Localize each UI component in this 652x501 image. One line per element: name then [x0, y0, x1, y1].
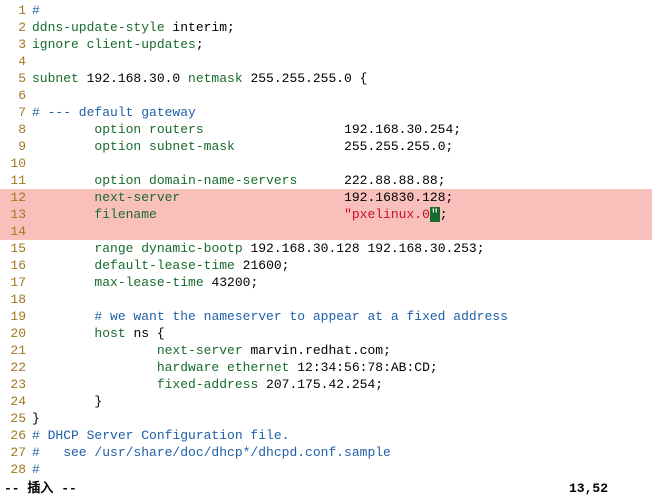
- line-number: 8: [0, 121, 32, 138]
- code-content[interactable]: fixed-address 207.175.42.254;: [32, 376, 652, 393]
- code-line[interactable]: 23 fixed-address 207.175.42.254;: [0, 376, 652, 393]
- line-number: 7: [0, 104, 32, 121]
- code-content[interactable]: next-server marvin.redhat.com;: [32, 342, 652, 359]
- code-content[interactable]: [32, 87, 652, 104]
- line-number: 28: [0, 461, 32, 478]
- line-number: 24: [0, 393, 32, 410]
- line-number: 14: [0, 223, 32, 240]
- code-line[interactable]: 9 option subnet-mask 255.255.255.0;: [0, 138, 652, 155]
- line-number: 18: [0, 291, 32, 308]
- line-number: 15: [0, 240, 32, 257]
- code-line[interactable]: 11 option domain-name-servers 222.88.88.…: [0, 172, 652, 189]
- line-number: 2: [0, 19, 32, 36]
- code-line[interactable]: 12 next-server 192.16830.128;: [0, 189, 652, 206]
- code-content[interactable]: [32, 223, 652, 240]
- line-number: 17: [0, 274, 32, 291]
- code-content[interactable]: option domain-name-servers 222.88.88.88;: [32, 172, 652, 189]
- code-content[interactable]: # DHCP Server Configuration file.: [32, 427, 652, 444]
- code-content[interactable]: next-server 192.16830.128;: [32, 189, 652, 206]
- editor-mode: -- 插入 --: [4, 480, 569, 497]
- code-line[interactable]: 18: [0, 291, 652, 308]
- code-line[interactable]: 17 max-lease-time 43200;: [0, 274, 652, 291]
- code-editor[interactable]: 1#2ddns-update-style interim;3ignore cli…: [0, 0, 652, 478]
- line-number: 11: [0, 172, 32, 189]
- code-line[interactable]: 1#: [0, 2, 652, 19]
- code-line[interactable]: 20 host ns {: [0, 325, 652, 342]
- code-content[interactable]: # we want the nameserver to appear at a …: [32, 308, 652, 325]
- line-number: 6: [0, 87, 32, 104]
- line-number: 1: [0, 2, 32, 19]
- line-number: 13: [0, 206, 32, 223]
- line-number: 19: [0, 308, 32, 325]
- code-line[interactable]: 8 option routers 192.168.30.254;: [0, 121, 652, 138]
- code-content[interactable]: subnet 192.168.30.0 netmask 255.255.255.…: [32, 70, 652, 87]
- code-content[interactable]: # see /usr/share/doc/dhcp*/dhcpd.conf.sa…: [32, 444, 652, 461]
- code-content[interactable]: range dynamic-bootp 192.168.30.128 192.1…: [32, 240, 652, 257]
- code-line[interactable]: 2ddns-update-style interim;: [0, 19, 652, 36]
- status-bar: -- 插入 -- 13,52: [0, 478, 652, 499]
- code-line[interactable]: 10: [0, 155, 652, 172]
- code-line[interactable]: 28#: [0, 461, 652, 478]
- line-number: 16: [0, 257, 32, 274]
- code-line[interactable]: 13 filename "pxelinux.0";: [0, 206, 652, 223]
- code-content[interactable]: }: [32, 393, 652, 410]
- code-content[interactable]: # --- default gateway: [32, 104, 652, 121]
- line-number: 12: [0, 189, 32, 206]
- code-line[interactable]: 21 next-server marvin.redhat.com;: [0, 342, 652, 359]
- code-line[interactable]: 5subnet 192.168.30.0 netmask 255.255.255…: [0, 70, 652, 87]
- line-number: 9: [0, 138, 32, 155]
- code-content[interactable]: }: [32, 410, 652, 427]
- line-number: 23: [0, 376, 32, 393]
- code-line[interactable]: 22 hardware ethernet 12:34:56:78:AB:CD;: [0, 359, 652, 376]
- code-line[interactable]: 4: [0, 53, 652, 70]
- line-number: 21: [0, 342, 32, 359]
- line-number: 10: [0, 155, 32, 172]
- code-content[interactable]: #: [32, 2, 652, 19]
- code-line[interactable]: 6: [0, 87, 652, 104]
- code-line[interactable]: 3ignore client-updates;: [0, 36, 652, 53]
- code-line[interactable]: 25}: [0, 410, 652, 427]
- code-line[interactable]: 14: [0, 223, 652, 240]
- code-line[interactable]: 19 # we want the nameserver to appear at…: [0, 308, 652, 325]
- line-number: 25: [0, 410, 32, 427]
- code-content[interactable]: default-lease-time 21600;: [32, 257, 652, 274]
- line-number: 3: [0, 36, 32, 53]
- code-line[interactable]: 15 range dynamic-bootp 192.168.30.128 19…: [0, 240, 652, 257]
- code-line[interactable]: 26# DHCP Server Configuration file.: [0, 427, 652, 444]
- code-content[interactable]: option subnet-mask 255.255.255.0;: [32, 138, 652, 155]
- code-content[interactable]: option routers 192.168.30.254;: [32, 121, 652, 138]
- code-content[interactable]: #: [32, 461, 652, 478]
- code-content[interactable]: max-lease-time 43200;: [32, 274, 652, 291]
- line-number: 4: [0, 53, 32, 70]
- code-line[interactable]: 27# see /usr/share/doc/dhcp*/dhcpd.conf.…: [0, 444, 652, 461]
- code-line[interactable]: 24 }: [0, 393, 652, 410]
- line-number: 20: [0, 325, 32, 342]
- code-content[interactable]: [32, 291, 652, 308]
- code-line[interactable]: 16 default-lease-time 21600;: [0, 257, 652, 274]
- code-content[interactable]: hardware ethernet 12:34:56:78:AB:CD;: [32, 359, 652, 376]
- cursor-position: 13,52: [569, 480, 648, 497]
- line-number: 22: [0, 359, 32, 376]
- line-number: 5: [0, 70, 32, 87]
- code-content[interactable]: host ns {: [32, 325, 652, 342]
- code-content[interactable]: [32, 155, 652, 172]
- code-content[interactable]: ignore client-updates;: [32, 36, 652, 53]
- code-content[interactable]: filename "pxelinux.0";: [32, 206, 652, 223]
- line-number: 26: [0, 427, 32, 444]
- code-content[interactable]: [32, 53, 652, 70]
- code-line[interactable]: 7# --- default gateway: [0, 104, 652, 121]
- code-content[interactable]: ddns-update-style interim;: [32, 19, 652, 36]
- line-number: 27: [0, 444, 32, 461]
